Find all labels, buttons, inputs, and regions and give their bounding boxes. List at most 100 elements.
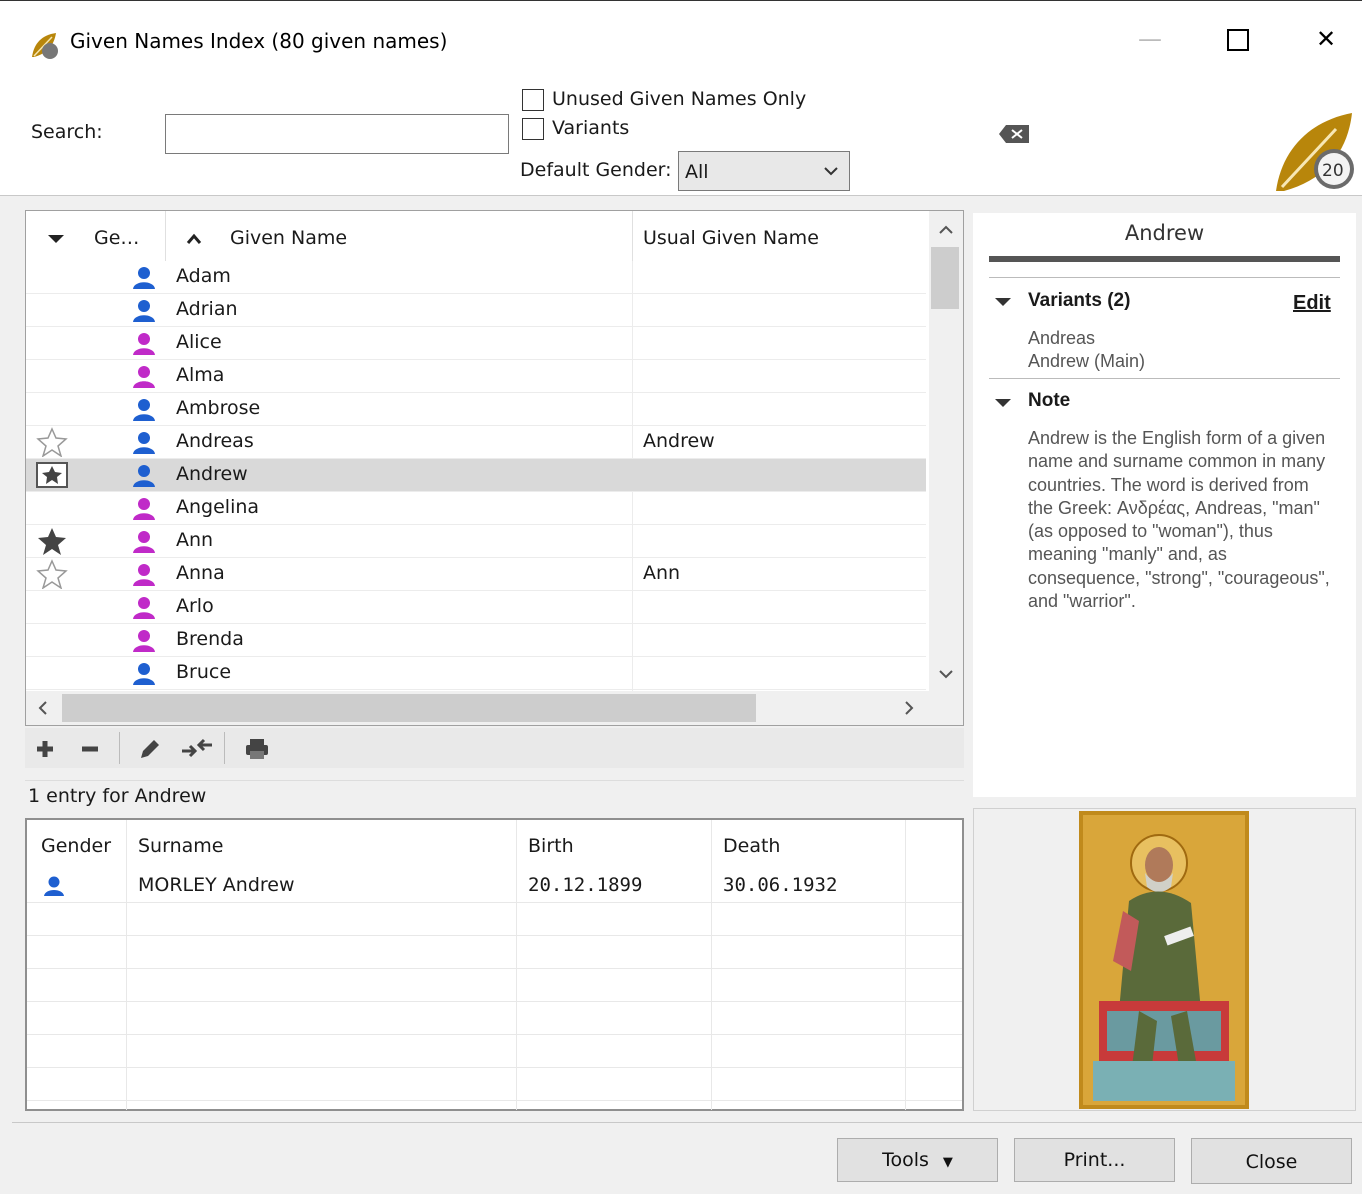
edit-variants-link[interactable]: Edit: [1293, 292, 1331, 315]
usual-given-name-cell: Ann: [643, 562, 681, 584]
table-row[interactable]: Brenda: [26, 624, 926, 657]
variants-heading: Variants (2): [1028, 290, 1131, 311]
female-person-icon: [133, 564, 155, 586]
note-text: Andrew is the English form of a given na…: [1028, 428, 1330, 612]
entries-table: Gender Surname Birth Death MORLEY Andrew…: [25, 818, 964, 1111]
table-row[interactable]: Ann: [26, 525, 926, 558]
section-divider: [989, 277, 1340, 278]
backspace-clear-icon[interactable]: [998, 123, 1032, 145]
scroll-up-icon[interactable]: [938, 225, 954, 235]
print-button[interactable]: Print...: [1014, 1138, 1175, 1182]
table-row[interactable]: Bruce: [26, 657, 926, 690]
given-name-cell: Ambrose: [176, 397, 261, 419]
table-row[interactable]: Andreas Andrew: [26, 426, 926, 459]
row-divider: [27, 1034, 962, 1035]
table-row[interactable]: Andrew: [26, 459, 926, 492]
given-name-cell: Andreas: [176, 430, 254, 452]
sort-desc-icon[interactable]: [46, 233, 66, 245]
table-row[interactable]: Alma: [26, 360, 926, 393]
row-divider: [27, 1001, 962, 1002]
given-name-cell: Adam: [176, 265, 231, 287]
table-row[interactable]: Adam: [26, 261, 926, 294]
scroll-left-icon[interactable]: [38, 700, 48, 716]
col-divider: [165, 211, 166, 261]
row-divider: [27, 935, 962, 936]
variant-item: Andreas: [1028, 328, 1096, 348]
given-name-cell: Arlo: [176, 595, 214, 617]
image-panel: [973, 808, 1356, 1111]
close-window-button[interactable]: ✕: [1306, 25, 1346, 53]
star-outline-icon[interactable]: [36, 427, 68, 457]
female-person-icon: [133, 498, 155, 520]
minus-icon[interactable]: [80, 739, 100, 759]
col-entry-gender[interactable]: Gender: [41, 835, 111, 857]
horizontal-scroll-thumb[interactable]: [62, 694, 756, 722]
default-gender-label: Default Gender:: [520, 159, 672, 181]
window-title: Given Names Index (80 given names): [70, 29, 448, 53]
family-tree-logo-icon: 20: [1276, 113, 1354, 191]
star-boxed-icon[interactable]: [36, 462, 68, 488]
detail-divider: [989, 256, 1340, 262]
entries-summary-bar: 1 entry for Andrew: [25, 780, 964, 817]
unused-only-checkbox[interactable]: [522, 89, 544, 111]
vertical-scrollbar[interactable]: [929, 211, 963, 691]
saint-andrew-icon-image[interactable]: [1079, 811, 1249, 1109]
given-name-cell: Alice: [176, 331, 222, 353]
usual-given-name-cell: Andrew: [643, 430, 715, 452]
collapse-variants-icon[interactable]: [993, 296, 1013, 308]
table-body: Adam Adrian Alice Alma Ambrose Andreas Andrew A…: [26, 261, 930, 691]
title-bar: Given Names Index (80 given names) — ✕: [0, 1, 1362, 81]
scroll-down-icon[interactable]: [938, 669, 954, 679]
table-row[interactable]: MORLEY Andrew 20.12.1899 30.06.1932: [27, 870, 962, 902]
table-toolbar: [25, 728, 964, 768]
table-row[interactable]: Alice: [26, 327, 926, 360]
table-row[interactable]: Adrian: [26, 294, 926, 327]
col-birth[interactable]: Birth: [528, 835, 574, 857]
col-given-name[interactable]: Given Name: [230, 227, 347, 249]
note-heading: Note: [1028, 390, 1071, 411]
chevron-down-icon: [824, 167, 838, 176]
scroll-right-icon[interactable]: [904, 700, 914, 716]
vertical-scroll-thumb[interactable]: [931, 247, 959, 309]
given-name-cell: Andrew: [176, 463, 248, 485]
close-button[interactable]: Close: [1191, 1138, 1352, 1184]
default-gender-select[interactable]: All: [678, 151, 850, 191]
given-name-cell: Bruce: [176, 661, 232, 683]
collapse-note-icon[interactable]: [993, 397, 1013, 409]
detail-name: Andrew: [1124, 221, 1205, 245]
printer-icon[interactable]: [244, 737, 270, 761]
tools-button-label: Tools: [882, 1149, 929, 1171]
horizontal-scrollbar[interactable]: [26, 691, 963, 725]
tools-button[interactable]: Tools ▼: [837, 1138, 998, 1182]
female-person-icon: [133, 597, 155, 619]
female-person-icon: [133, 630, 155, 652]
star-outline-icon[interactable]: [36, 559, 68, 589]
bottom-divider: [12, 1122, 1362, 1123]
given-name-cell: Ann: [176, 529, 214, 551]
col-surname[interactable]: Surname: [138, 835, 223, 857]
toolbar-divider: [119, 732, 120, 764]
minimize-button[interactable]: —: [1130, 25, 1170, 53]
pencil-icon[interactable]: [138, 737, 162, 761]
maximize-button[interactable]: [1218, 27, 1258, 53]
male-person-icon: [133, 399, 155, 421]
col-gender[interactable]: Ge…: [94, 227, 139, 249]
sort-asc-icon[interactable]: [184, 233, 204, 245]
toolbar-divider: [224, 732, 225, 764]
search-input[interactable]: [165, 114, 509, 154]
variants-checkbox[interactable]: [522, 118, 544, 140]
male-person-icon: [133, 300, 155, 322]
table-row[interactable]: Angelina: [26, 492, 926, 525]
col-death[interactable]: Death: [723, 835, 780, 857]
col-usual-given-name[interactable]: Usual Given Name: [643, 227, 819, 249]
table-row[interactable]: Ambrose: [26, 393, 926, 426]
default-gender-value: All: [685, 161, 709, 183]
plus-icon[interactable]: [35, 739, 55, 759]
maximize-icon: [1227, 29, 1249, 51]
merge-arrows-icon[interactable]: [180, 737, 214, 761]
table-row[interactable]: Anna Ann: [26, 558, 926, 591]
entry-birth: 20.12.1899: [528, 874, 643, 896]
table-row[interactable]: Arlo: [26, 591, 926, 624]
male-person-icon: [133, 663, 155, 685]
star-filled-icon[interactable]: [36, 526, 68, 556]
